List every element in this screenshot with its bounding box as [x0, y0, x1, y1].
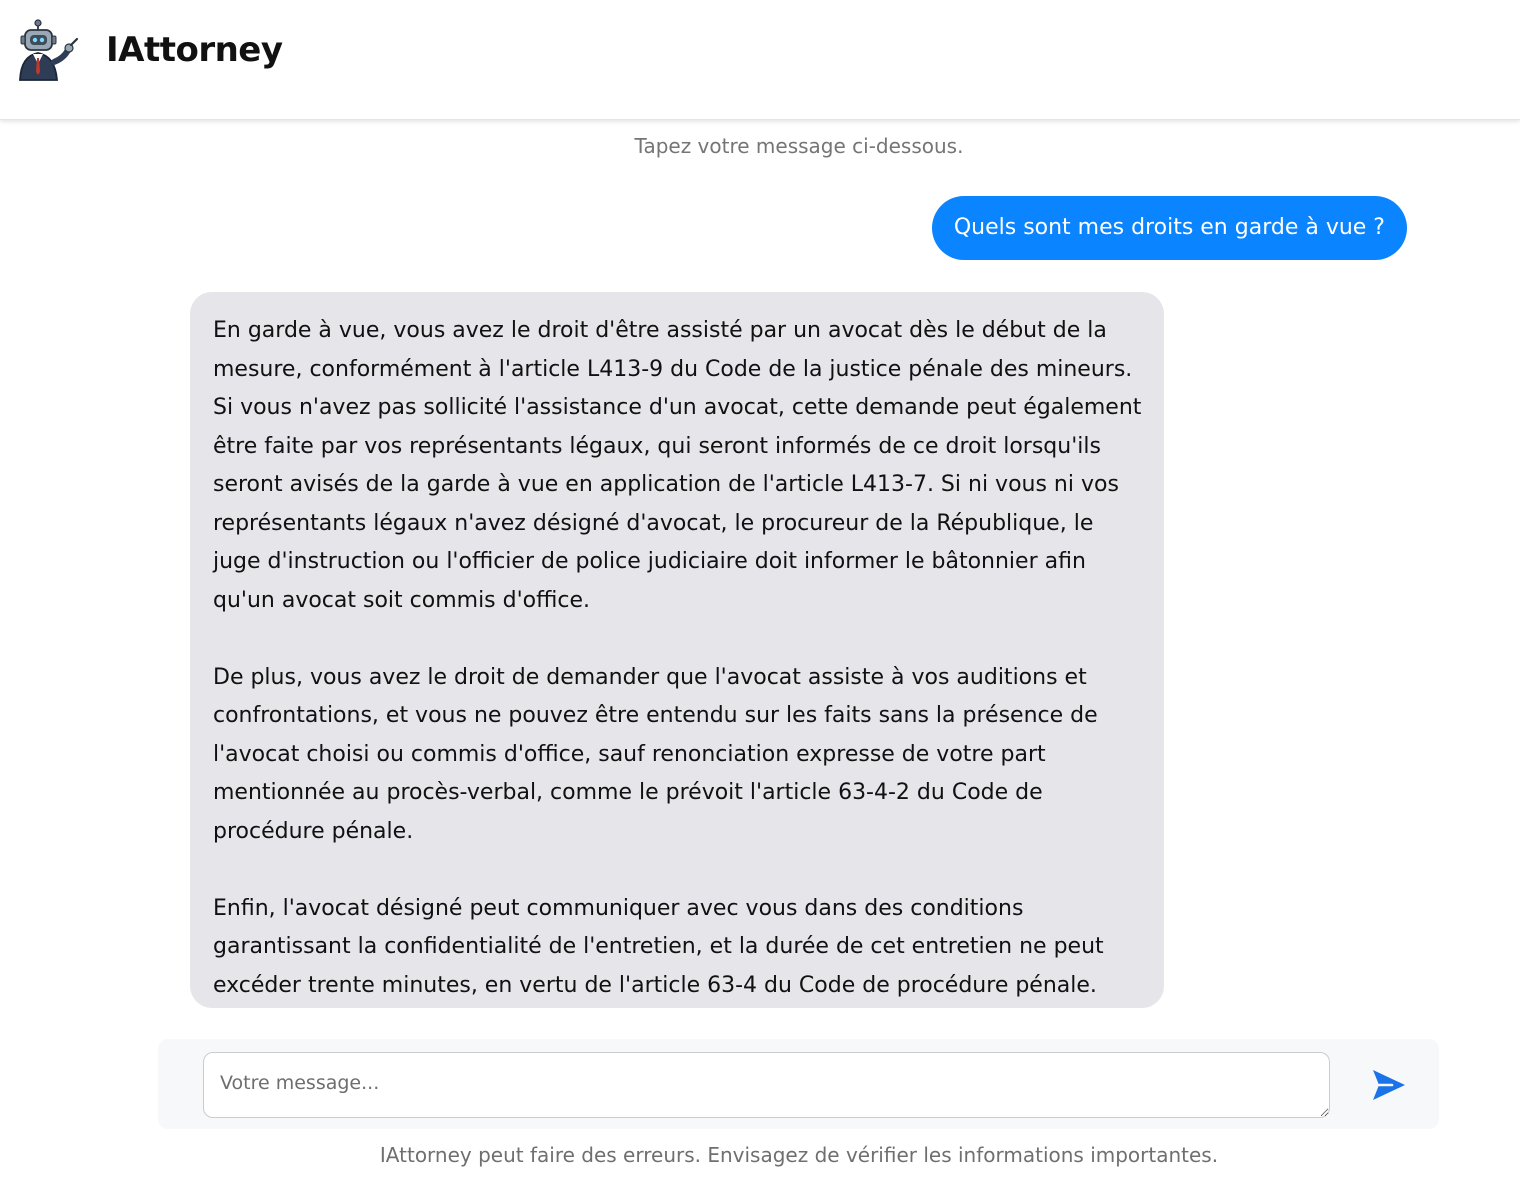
user-message-bubble: Quels sont mes droits en garde à vue ? — [931, 196, 1407, 260]
assistant-message-bubble: En garde à vue, vous avez le droit d'êtr… — [190, 292, 1164, 1008]
robot-lawyer-icon — [19, 19, 79, 81]
chat-hint: Tapez votre message ci-dessous. — [634, 134, 964, 158]
message-composer — [158, 1039, 1439, 1129]
assistant-paragraph: Enfin, l'avocat désigné peut communiquer… — [213, 895, 1104, 998]
app-header: IAttorney — [0, 0, 1520, 120]
message-input[interactable] — [203, 1052, 1330, 1118]
assistant-paragraph: De plus, vous avez le droit de demander … — [213, 664, 1098, 844]
assistant-paragraph: En garde à vue, vous avez le droit d'êtr… — [213, 318, 1142, 613]
footer-disclaimer: IAttorney peut faire des erreurs. Envisa… — [379, 1143, 1219, 1167]
send-button[interactable] — [1368, 1065, 1408, 1105]
send-icon — [1373, 1070, 1405, 1100]
app-title: IAttorney — [106, 30, 283, 70]
